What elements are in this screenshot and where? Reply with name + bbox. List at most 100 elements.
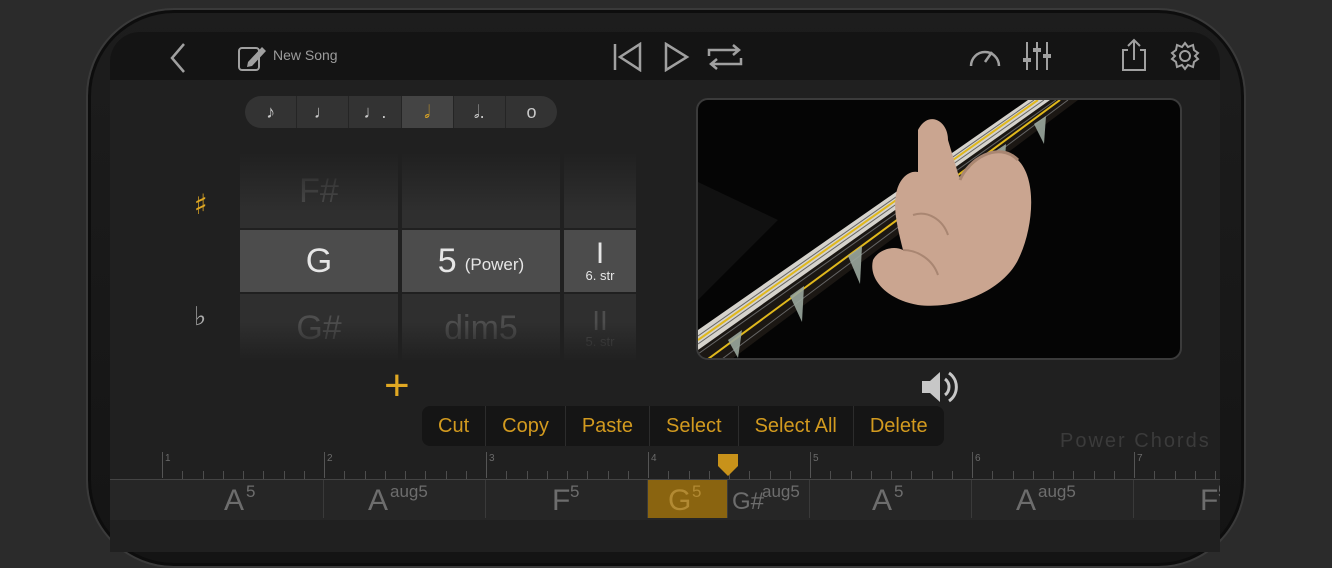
bar-number-5: 5	[813, 453, 819, 464]
bar-number-2: 2	[327, 453, 333, 464]
chord-block[interactable]: F 5	[486, 480, 648, 518]
delete-button[interactable]: Delete	[854, 406, 944, 446]
app-screen: New Song ♪ ♩ ♩. 𝅗𝅥 𝅗𝅥. o ♯ ♭ F# G 5 (Pow…	[110, 32, 1220, 552]
bar-line-4	[648, 452, 649, 478]
chord-root: F	[1200, 484, 1219, 517]
picker-note-above-label: F#	[299, 171, 339, 210]
ruler-tick	[384, 471, 386, 479]
picker-note-below-label: G#	[296, 308, 342, 347]
ruler-tick	[1174, 471, 1176, 479]
edit-context-menu: Cut Copy Paste Select Select All Delete	[422, 406, 944, 446]
ruler-tick	[688, 471, 690, 479]
ruler-tick	[263, 471, 265, 479]
picker-type-below-label: dim5	[444, 308, 518, 347]
ruler-tick	[1073, 471, 1075, 479]
ruler-tick	[769, 471, 771, 479]
chord-block[interactable]: F 5	[1134, 480, 1220, 518]
bar-number-3: 3	[489, 453, 495, 464]
top-toolbar: New Song	[110, 32, 1220, 80]
ruler-tick	[283, 471, 285, 479]
chevron-left-icon[interactable]	[168, 42, 188, 74]
select-all-button[interactable]: Select All	[739, 406, 854, 446]
duration-whole[interactable]: o	[506, 96, 557, 128]
song-title[interactable]: New Song	[273, 47, 338, 63]
paste-button[interactable]: Paste	[566, 406, 650, 446]
sharp-button[interactable]: ♯	[194, 188, 208, 221]
chord-block[interactable]: A 5	[162, 480, 324, 518]
loop-icon[interactable]	[705, 42, 745, 72]
mixer-icon[interactable]	[1022, 40, 1052, 72]
ruler-tick	[891, 471, 892, 479]
chord-block[interactable]: G# aug5	[728, 480, 810, 518]
picker-string-below[interactable]: II 5. str	[564, 294, 636, 362]
picker-string-selected[interactable]: I 6. str	[564, 230, 636, 292]
picker-note-selected[interactable]: G	[240, 230, 398, 292]
picker-string-label: 6. str	[585, 267, 615, 283]
picker-string-above[interactable]	[564, 154, 636, 228]
picker-note-label: G	[305, 241, 333, 280]
edit-icon[interactable]	[238, 44, 268, 72]
skip-to-start-icon[interactable]	[612, 42, 644, 72]
bar-number-1: 1	[165, 453, 171, 464]
chord-root: A	[1016, 484, 1037, 517]
add-chord-icon[interactable]: +	[384, 364, 410, 408]
speedometer-icon[interactable]	[968, 42, 1002, 70]
bar-number-6: 6	[975, 453, 981, 464]
ruler-tick	[567, 471, 568, 479]
ruler-tick	[992, 471, 994, 479]
chord-root: G#	[732, 488, 765, 515]
flat-button[interactable]: ♭	[194, 302, 206, 332]
chord-track[interactable]: A 5 A aug5 F 5 G 5 G# aug5 A 5 A aug5 F	[110, 480, 1220, 520]
chord-block-current[interactable]: G 5	[648, 480, 728, 518]
ruler-tick	[222, 471, 224, 479]
duration-dotted-half[interactable]: 𝅗𝅥.	[454, 96, 506, 128]
chord-block[interactable]: A 5	[810, 480, 972, 518]
picker-type-selected[interactable]: 5 (Power)	[402, 230, 560, 292]
chord-type: 5	[246, 482, 256, 501]
chord-type: 5	[692, 482, 702, 501]
ruler-tick	[789, 471, 791, 479]
picker-note-below[interactable]: G#	[240, 294, 398, 362]
copy-button[interactable]: Copy	[486, 406, 566, 446]
ruler-tick	[526, 471, 528, 479]
chord-root: F	[552, 484, 571, 517]
picker-type-above[interactable]	[402, 154, 560, 228]
ruler-tick	[344, 471, 346, 479]
chord-block[interactable]: A aug5	[324, 480, 486, 518]
picker-type-below[interactable]: dim5	[402, 294, 560, 362]
picker-note-above[interactable]: F#	[240, 154, 398, 228]
ruler-tick	[911, 471, 913, 479]
chord-type: 5	[1218, 482, 1220, 502]
ruler-tick	[405, 471, 406, 479]
ruler-tick	[830, 471, 832, 479]
play-icon[interactable]	[663, 42, 691, 72]
ruler-tick	[627, 471, 629, 479]
ruler-tick	[931, 471, 933, 479]
chord-block[interactable]: A aug5	[972, 480, 1134, 518]
chord-type: aug5	[1038, 482, 1076, 501]
playhead-marker[interactable]	[718, 454, 738, 476]
ruler-tick	[1215, 471, 1216, 479]
ruler-tick	[202, 471, 204, 479]
ruler-tick	[506, 471, 508, 479]
bar-number-7: 7	[1137, 453, 1143, 464]
ruler-tick	[425, 471, 427, 479]
ruler-tick	[1012, 471, 1014, 479]
ruler-tick	[465, 471, 467, 479]
ruler-tick	[364, 471, 366, 479]
share-icon[interactable]	[1120, 38, 1148, 72]
select-button[interactable]: Select	[650, 406, 739, 446]
speaker-icon[interactable]	[920, 368, 960, 411]
timeline-ruler[interactable]: 1 2 3 4 5 6 7	[110, 450, 1220, 480]
chord-type: aug5	[762, 482, 800, 501]
chord-root: G	[668, 484, 692, 517]
gear-icon[interactable]	[1170, 41, 1200, 71]
duration-half[interactable]: 𝅗𝅥	[401, 96, 454, 128]
chord-root: A	[872, 484, 893, 517]
duration-eighth[interactable]: ♪	[245, 96, 298, 128]
cut-button[interactable]: Cut	[422, 406, 487, 446]
bar-line-2	[324, 452, 325, 478]
duration-quarter[interactable]: ♩	[297, 96, 350, 128]
duration-dotted-quarter[interactable]: ♩.	[349, 96, 402, 128]
ruler-tick	[668, 471, 670, 479]
